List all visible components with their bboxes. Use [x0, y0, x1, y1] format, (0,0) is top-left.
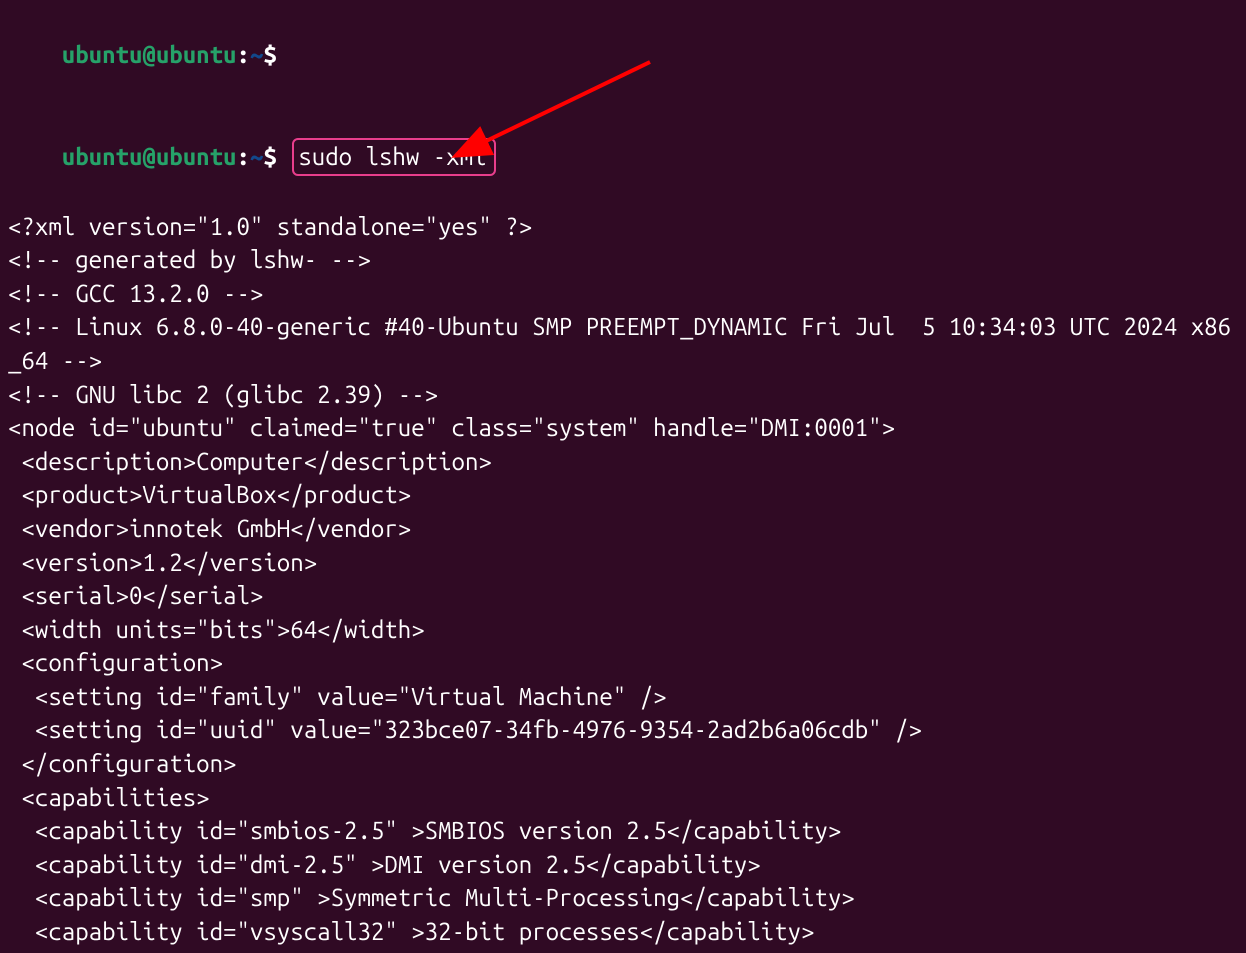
- output-line: <node id="ubuntu" claimed="true" class="…: [8, 411, 1238, 445]
- prompt-colon: :: [237, 41, 250, 68]
- prompt-at: @: [142, 143, 155, 170]
- output-line: <!-- GCC 13.2.0 -->: [8, 277, 1238, 311]
- output-line: <vendor>innotek GmbH</vendor>: [8, 512, 1238, 546]
- prompt-path: ~: [250, 41, 263, 68]
- output-line: <version>1.2</version>: [8, 546, 1238, 580]
- output-line: <setting id="uuid" value="323bce07-34fb-…: [8, 713, 1238, 747]
- output-line: <capability id="dmi-2.5" >DMI version 2.…: [8, 848, 1238, 882]
- prompt-at: @: [142, 41, 155, 68]
- output-line: <!-- generated by lshw- -->: [8, 243, 1238, 277]
- output-line: <configuration>: [8, 646, 1238, 680]
- output-line: <setting id="family" value="Virtual Mach…: [8, 680, 1238, 714]
- prompt-dollar: $: [263, 41, 276, 68]
- prompt-user: ubuntu: [62, 143, 143, 170]
- prompt-host: ubuntu: [156, 143, 237, 170]
- terminal-output: <?xml version="1.0" standalone="yes" ?><…: [8, 210, 1238, 949]
- prompt-dollar: $: [263, 143, 276, 170]
- prompt-host: ubuntu: [156, 41, 237, 68]
- highlighted-command: sudo lshw -xml: [292, 138, 496, 176]
- prompt-line-2: ubuntu@ubuntu:~$ sudo lshw -xml: [8, 105, 1238, 210]
- output-line: <!-- Linux 6.8.0-40-generic #40-Ubuntu S…: [8, 310, 1238, 377]
- output-line: </configuration>: [8, 747, 1238, 781]
- output-line: <capability id="smp" >Symmetric Multi-Pr…: [8, 881, 1238, 915]
- output-line: <serial>0</serial>: [8, 579, 1238, 613]
- terminal[interactable]: ubuntu@ubuntu:~$ ubuntu@ubuntu:~$ sudo l…: [8, 4, 1238, 949]
- output-line: <capabilities>: [8, 781, 1238, 815]
- output-line: <capability id="vsyscall32" >32-bit proc…: [8, 915, 1238, 949]
- output-line: <?xml version="1.0" standalone="yes" ?>: [8, 210, 1238, 244]
- prompt-path: ~: [250, 143, 263, 170]
- output-line: <product>VirtualBox</product>: [8, 478, 1238, 512]
- prompt-user: ubuntu: [62, 41, 143, 68]
- prompt-colon: :: [237, 143, 250, 170]
- output-line: <description>Computer</description>: [8, 445, 1238, 479]
- output-line: <width units="bits">64</width>: [8, 613, 1238, 647]
- prompt-line-1: ubuntu@ubuntu:~$: [8, 4, 1238, 105]
- output-line: <!-- GNU libc 2 (glibc 2.39) -->: [8, 378, 1238, 412]
- output-line: <capability id="smbios-2.5" >SMBIOS vers…: [8, 814, 1238, 848]
